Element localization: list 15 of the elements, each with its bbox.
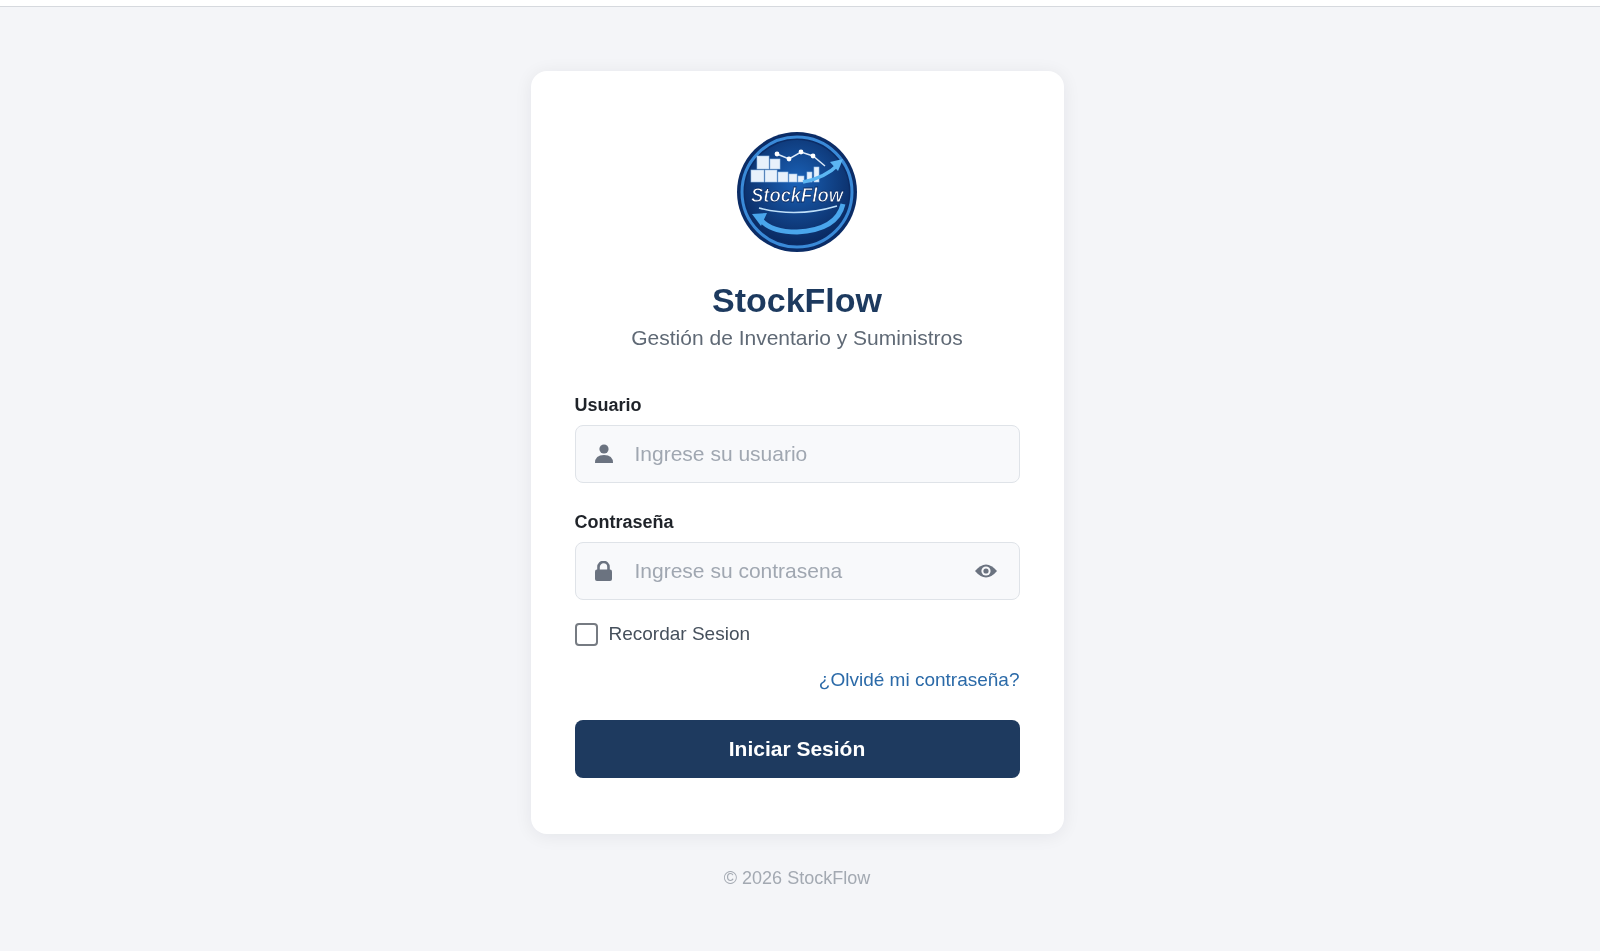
- login-button[interactable]: Iniciar Sesión: [574, 720, 1020, 778]
- remember-checkbox[interactable]: [574, 622, 598, 646]
- lock-icon: [594, 561, 612, 581]
- remember-label[interactable]: Recordar Sesion: [608, 622, 751, 646]
- copyright-text: © 2026 StockFlow: [723, 867, 871, 890]
- field-label: Contraseña: [574, 511, 674, 534]
- app-title: StockFlow: [712, 280, 882, 320]
- password-field[interactable]: Ingrese su contrasena: [574, 542, 1020, 600]
- username-field[interactable]: Ingrese su usuario: [574, 425, 1020, 483]
- app-subtitle: Gestión de Inventario y Suministros: [631, 326, 963, 350]
- logo: StockFlow: [737, 132, 857, 252]
- person-icon: [594, 444, 613, 463]
- eye-icon[interactable]: [973, 563, 998, 579]
- forgot-password-link[interactable]: ¿Olvidé mi contraseña?: [818, 668, 1020, 692]
- field-label: Usuario: [574, 394, 642, 417]
